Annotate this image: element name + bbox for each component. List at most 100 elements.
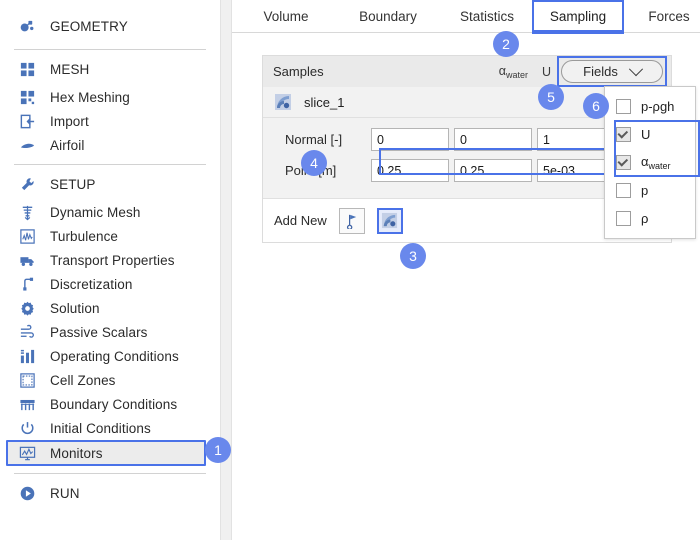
sidebar-item-hex-meshing[interactable]: Hex Meshing [8, 85, 212, 109]
sidebar-item-label: MESH [50, 61, 90, 77]
sidebar-item-label: Transport Properties [50, 252, 175, 268]
dropdown-item-p[interactable]: p [605, 176, 695, 204]
dropdown-item-label: ρ [641, 210, 649, 226]
sidebar-item-label: GEOMETRY [50, 18, 128, 34]
dropdown-item-label: U [641, 126, 651, 142]
sidebar-item-solution[interactable]: Solution [8, 296, 212, 320]
tab-sampling[interactable]: Sampling [532, 0, 624, 34]
checkbox-icon[interactable] [616, 98, 631, 114]
dynamic-mesh-icon [16, 202, 38, 222]
point-x-input[interactable]: 0.25 [371, 159, 449, 182]
sidebar-item-label: Import [50, 113, 89, 129]
sidebar-item-run[interactable]: RUN [8, 481, 212, 505]
normal-label: Normal [-] [285, 132, 343, 147]
power-icon [16, 418, 38, 438]
callout-badge-5: 5 [538, 84, 564, 110]
checkbox-icon[interactable] [616, 126, 631, 142]
passive-scalars-icon [16, 322, 38, 342]
sidebar-item-geometry[interactable]: GEOMETRY [8, 14, 212, 38]
sidebar-item-turbulence[interactable]: Turbulence [8, 224, 212, 248]
tab-volume[interactable]: Volume [246, 0, 326, 32]
sidebar-item-passive-scalars[interactable]: Passive Scalars [8, 320, 212, 344]
boundary-conditions-icon [16, 394, 38, 414]
dropdown-item-pgh[interactable]: p-ρgh [605, 92, 695, 120]
slice-icon [274, 93, 292, 111]
sidebar-item-label: Cell Zones [50, 372, 116, 388]
airfoil-icon [16, 135, 38, 155]
wrench-icon [16, 174, 38, 194]
sidebar-item-mesh[interactable]: MESH [8, 57, 212, 81]
checkbox-icon[interactable] [616, 154, 631, 170]
add-slice-button[interactable] [376, 207, 403, 234]
turbulence-icon [16, 226, 38, 246]
dropdown-item-U[interactable]: U [605, 120, 695, 148]
bar-chart-icon [16, 346, 38, 366]
dropdown-item-label: αwater [641, 153, 671, 171]
checkbox-icon[interactable] [616, 182, 631, 198]
app-window: GEOMETRY MESH Hex Meshing Import Airfoil SETU… [0, 0, 700, 540]
tab-statistics[interactable]: Statistics [448, 0, 526, 32]
fields-dropdown-button[interactable]: Fields [561, 60, 663, 83]
sidebar-item-label: Airfoil [50, 137, 85, 153]
sidebar-item-operating-conditions[interactable]: Operating Conditions [8, 344, 212, 368]
column-header-1: αwater [498, 63, 528, 80]
normal-y-input[interactable]: 0 [454, 128, 532, 151]
sidebar-item-cell-zones[interactable]: Cell Zones [8, 368, 212, 392]
sidebar-item-label: SETUP [50, 176, 96, 192]
gear-icon [16, 298, 38, 318]
sidebar-separator [14, 164, 206, 165]
sidebar-item-import[interactable]: Import [8, 109, 212, 133]
main-panel: Volume Boundary Statistics Sampling Forces S… [232, 0, 700, 540]
sidebar-item-label: Boundary Conditions [50, 396, 178, 412]
sidebar-item-boundary-conditions[interactable]: Boundary Conditions [8, 392, 212, 416]
sidebar-item-label: Dynamic Mesh [50, 204, 141, 220]
cell-zones-icon [16, 370, 38, 390]
dropdown-item-label: p [641, 182, 649, 198]
sidebar-item-label: Solution [50, 300, 100, 316]
add-probe-button[interactable] [338, 207, 365, 234]
geometry-icon [16, 16, 38, 36]
transport-properties-icon [16, 250, 38, 270]
sidebar-item-label: Operating Conditions [50, 348, 179, 364]
samples-column-headers: αwater U [499, 56, 551, 87]
mesh-icon [16, 59, 38, 79]
sidebar-item-initial-conditions[interactable]: Initial Conditions [8, 416, 212, 440]
chevron-down-icon [628, 61, 643, 76]
tab-forces[interactable]: Forces [638, 0, 700, 32]
tab-bar: Volume Boundary Statistics Sampling Forces [232, 0, 700, 34]
sidebar-item-label: RUN [50, 485, 80, 501]
sidebar-item-label: Turbulence [50, 228, 119, 244]
sidebar-item-monitors[interactable]: Monitors [6, 440, 206, 466]
fields-dropdown-menu[interactable]: p-ρgh Uαwater p ρ [604, 86, 700, 239]
checkbox-icon[interactable] [616, 210, 631, 226]
hex-meshing-icon [16, 87, 38, 107]
fields-button-label: Fields [583, 64, 618, 79]
samples-card-header: Samples αwater U Fields [263, 56, 671, 87]
sidebar-item-label: Discretization [50, 276, 133, 292]
sidebar-item-label: Initial Conditions [50, 420, 151, 436]
callout-badge-3: 3 [400, 243, 426, 269]
tab-boundary[interactable]: Boundary [342, 0, 434, 32]
sidebar-item-label: Passive Scalars [50, 324, 148, 340]
discretization-icon [16, 274, 38, 294]
column-header-2: U [541, 64, 551, 79]
dropdown-item-[interactable]: ρ [605, 204, 695, 232]
callout-badge-6: 6 [583, 93, 609, 119]
normal-x-input[interactable]: 0 [371, 128, 449, 151]
sidebar-item-dynamic-mesh[interactable]: Dynamic Mesh [8, 200, 212, 224]
sidebar-item-label: Monitors [50, 445, 103, 461]
sidebar-item-label: Hex Meshing [50, 89, 130, 105]
sidebar-item-transport-properties[interactable]: Transport Properties [8, 248, 212, 272]
point-y-input[interactable]: 0.25 [454, 159, 532, 182]
callout-badge-1: 1 [205, 437, 231, 463]
monitors-icon [16, 443, 38, 463]
callout-badge-2: 2 [493, 31, 519, 57]
dropdown-item-water[interactable]: αwater [605, 148, 695, 176]
sidebar: GEOMETRY MESH Hex Meshing Import Airfoil SETU… [0, 0, 220, 540]
sidebar-item-discretization[interactable]: Discretization [8, 272, 212, 296]
sidebar-item-airfoil[interactable]: Airfoil [8, 133, 212, 157]
add-new-label: Add New [274, 213, 327, 228]
sidebar-item-setup[interactable]: SETUP [8, 172, 212, 196]
sample-name: slice_1 [304, 94, 345, 110]
sidebar-separator [14, 473, 206, 474]
